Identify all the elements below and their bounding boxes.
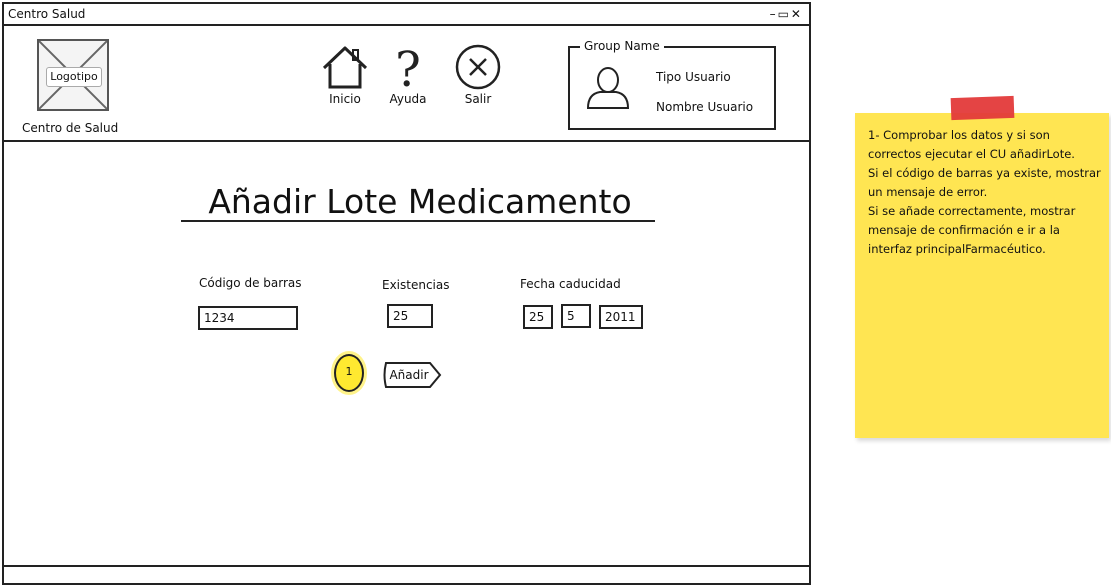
expiry-day-input[interactable]: 25 — [523, 305, 553, 329]
logo-label: Logotipo — [46, 67, 102, 87]
user-type: Tipo Usuario — [656, 70, 731, 84]
logo-caption: Centro de Salud — [22, 121, 119, 135]
window-controls[interactable]: –▭✕ — [770, 7, 803, 21]
window-title: Centro Salud — [8, 7, 86, 21]
header: Logotipo Centro de Salud Inicio ? Ayuda … — [4, 26, 809, 142]
help-icon: ? — [395, 44, 421, 90]
nav-inicio-label: Inicio — [329, 92, 361, 106]
nav-inicio[interactable]: Inicio — [315, 44, 375, 106]
barcode-input[interactable]: 1234 — [198, 306, 298, 330]
nav-salir[interactable]: Salir — [448, 44, 508, 106]
user-group-box: Group Name Tipo Usuario Nombre Usuario — [568, 39, 776, 130]
sticky-note-text: 1- Comprobar los datos y si son correcto… — [868, 128, 1101, 256]
expiry-label: Fecha caducidad — [520, 277, 621, 291]
add-button-shape: Añadir — [383, 362, 442, 388]
expiry-year-input[interactable]: 2011 — [599, 305, 643, 329]
status-bar — [4, 565, 809, 583]
barcode-label: Código de barras — [199, 276, 302, 290]
svg-text:?: ? — [395, 44, 421, 90]
add-button-label: Añadir — [389, 368, 428, 382]
app-window: Centro Salud –▭✕ Logotipo Centro de Salu… — [2, 2, 811, 585]
title-bar: Centro Salud –▭✕ — [4, 4, 809, 26]
logo-placeholder: Logotipo — [37, 39, 109, 111]
nav-salir-label: Salir — [464, 92, 492, 106]
nav-ayuda[interactable]: ? Ayuda — [378, 44, 438, 106]
step-badge: 1 — [334, 354, 364, 392]
group-name: Group Name — [580, 39, 664, 53]
page-title: Añadir Lote Medicamento — [208, 182, 632, 221]
add-button[interactable]: Añadir — [382, 361, 444, 393]
title-underline — [181, 220, 655, 222]
user-icon — [586, 67, 630, 109]
expiry-month-input[interactable]: 5 — [561, 304, 591, 328]
sticky-note-tape — [950, 95, 1015, 121]
stock-input[interactable]: 25 — [387, 304, 433, 328]
close-circle-icon — [455, 44, 501, 90]
nav-ayuda-label: Ayuda — [389, 92, 427, 106]
stock-label: Existencias — [382, 278, 450, 292]
home-icon — [322, 46, 368, 89]
user-name: Nombre Usuario — [656, 100, 754, 114]
